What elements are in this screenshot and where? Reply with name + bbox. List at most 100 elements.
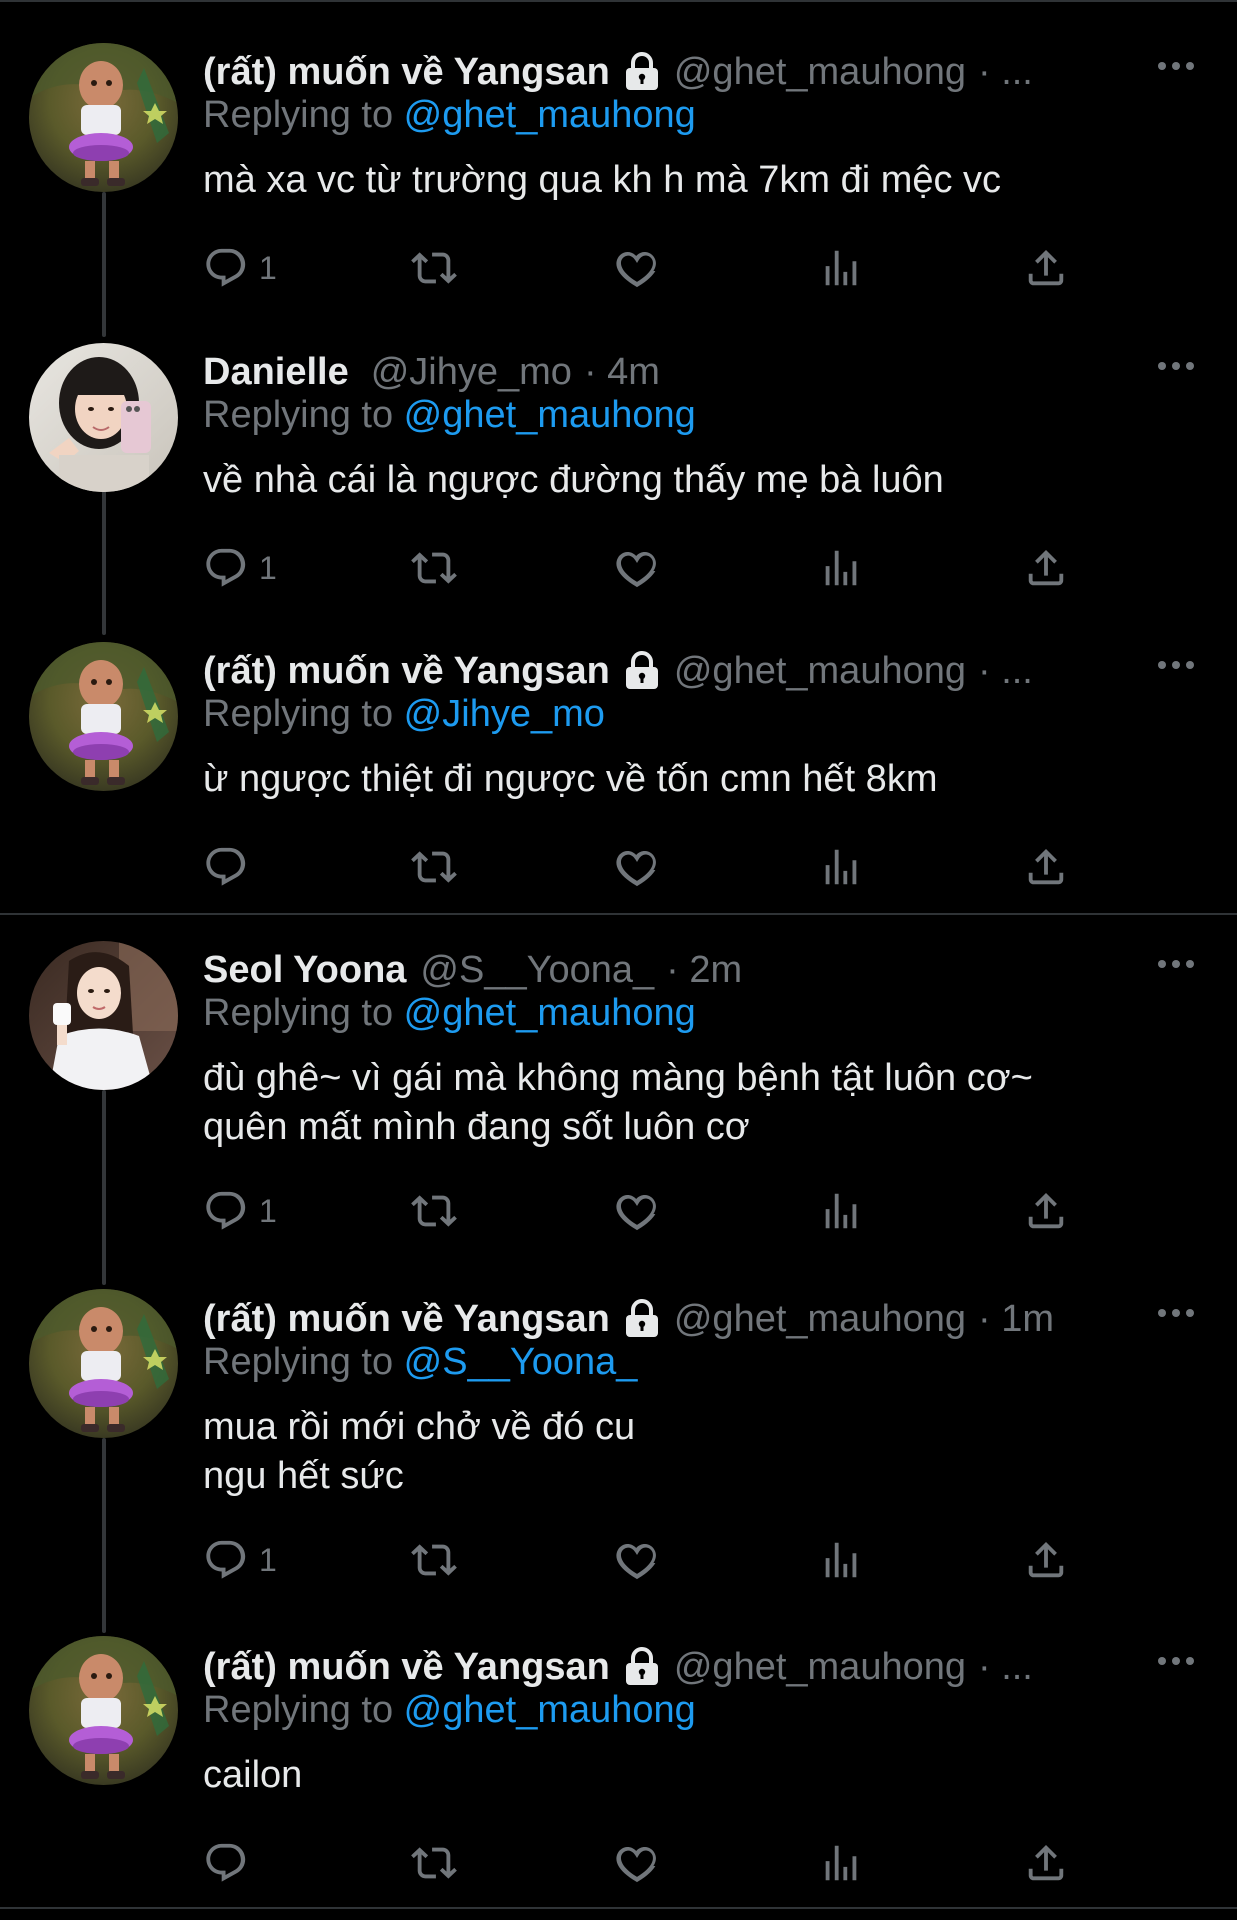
display-name[interactable]: (rất) muốn về Yangsan — [203, 650, 610, 693]
tweet-text: về nhà cái là ngược đường thấy mẹ bà luô… — [203, 459, 944, 501]
handle[interactable]: @S__Yoona_ — [420, 949, 654, 992]
avatar[interactable] — [29, 43, 178, 192]
like-button[interactable] — [613, 1186, 661, 1236]
retweet-icon — [411, 851, 457, 883]
avatar[interactable] — [29, 1636, 178, 1785]
retweet-icon — [411, 1544, 457, 1576]
reply-button[interactable]: 1 — [203, 543, 277, 593]
timestamp[interactable]: · ... — [978, 51, 1033, 94]
lock-icon — [625, 651, 658, 689]
lock-icon — [625, 1647, 658, 1685]
avatar[interactable] — [29, 343, 178, 492]
display-name[interactable]: (rất) muốn về Yangsan — [203, 51, 610, 94]
retweet-button[interactable] — [408, 1838, 460, 1888]
retweet-button[interactable] — [408, 543, 460, 593]
more-icon[interactable] — [1152, 1301, 1200, 1325]
avatar[interactable] — [29, 941, 178, 1090]
retweet-button[interactable] — [408, 243, 460, 293]
reply-button[interactable] — [203, 1838, 259, 1888]
like-button[interactable] — [613, 543, 661, 593]
action-bar — [203, 1838, 1103, 1888]
share-button[interactable] — [1023, 1186, 1069, 1236]
retweet-button[interactable] — [408, 842, 460, 892]
share-icon — [1028, 549, 1064, 586]
retweet-button[interactable] — [408, 1535, 460, 1585]
more-icon[interactable] — [1152, 54, 1200, 78]
share-button[interactable] — [1023, 1838, 1069, 1888]
replying-label: Replying to — [203, 693, 404, 735]
tweet[interactable]: Danielle @Jihye_mo · 4m Replying to @ghe… — [0, 338, 1237, 598]
handle[interactable]: @Jihye_mo — [371, 351, 572, 394]
tweet-header: (rất) muốn về Yangsan @ghet_mauhong · ..… — [203, 48, 1033, 96]
timestamp[interactable]: · ... — [978, 1646, 1033, 1689]
share-button[interactable] — [1023, 842, 1069, 892]
avatar[interactable] — [29, 1289, 178, 1438]
heart-icon — [616, 1195, 656, 1231]
display-name[interactable]: (rất) muốn về Yangsan — [203, 1646, 610, 1689]
replying-label: Replying to — [203, 394, 404, 436]
like-button[interactable] — [613, 842, 661, 892]
heart-icon — [616, 851, 656, 887]
more-icon[interactable] — [1152, 354, 1200, 378]
share-button[interactable] — [1023, 243, 1069, 293]
views-button[interactable] — [818, 1535, 864, 1585]
mention-link[interactable]: @ghet_mauhong — [404, 1689, 696, 1731]
like-button[interactable] — [613, 1838, 661, 1888]
handle[interactable]: @ghet_mauhong — [674, 1298, 966, 1341]
share-button[interactable] — [1023, 543, 1069, 593]
tweet[interactable]: (rất) muốn về Yangsan @ghet_mauhong · ..… — [0, 38, 1237, 298]
timestamp[interactable]: · ... — [978, 650, 1033, 693]
tweet-text: mà xa vc từ trường qua kh h mà 7km đi mệ… — [203, 159, 1002, 201]
tweet-text: đù ghê~ vì gái mà không màng bệnh tật lu… — [203, 1057, 1033, 1148]
more-icon[interactable] — [1152, 653, 1200, 677]
share-icon — [1028, 1541, 1064, 1578]
views-button[interactable] — [818, 1186, 864, 1236]
timestamp[interactable]: · 4m — [584, 351, 660, 394]
like-button[interactable] — [613, 243, 661, 293]
views-button[interactable] — [818, 842, 864, 892]
reply-button[interactable]: 1 — [203, 1186, 277, 1236]
mention-link[interactable]: @S__Yoona_ — [404, 1341, 638, 1383]
lock-icon — [625, 1299, 658, 1337]
like-button[interactable] — [613, 1535, 661, 1585]
mention-link[interactable]: @ghet_mauhong — [404, 394, 696, 436]
mention-link[interactable]: @Jihye_mo — [404, 693, 605, 735]
share-button[interactable] — [1023, 1535, 1069, 1585]
views-button[interactable] — [818, 243, 864, 293]
avatar[interactable] — [29, 642, 178, 791]
handle[interactable]: @ghet_mauhong — [674, 650, 966, 693]
heart-icon — [616, 252, 656, 288]
display-name[interactable]: Danielle — [203, 351, 349, 394]
timestamp[interactable]: · 1m — [978, 1298, 1054, 1341]
display-name[interactable]: Seol Yoona — [203, 949, 406, 992]
tweet[interactable]: (rất) muốn về Yangsan @ghet_mauhong · 1m… — [0, 1285, 1237, 1585]
timestamp[interactable]: · 2m — [666, 949, 742, 992]
display-name[interactable]: (rất) muốn về Yangsan — [203, 1298, 610, 1341]
views-button[interactable] — [818, 1838, 864, 1888]
mention-link[interactable]: @ghet_mauhong — [404, 94, 696, 136]
reply-button[interactable]: 1 — [203, 243, 277, 293]
retweet-button[interactable] — [408, 1186, 460, 1236]
tweet-header: (rất) muốn về Yangsan @ghet_mauhong · ..… — [203, 1643, 1033, 1691]
conversation-divider — [0, 913, 1237, 915]
views-icon — [825, 550, 857, 586]
tweet[interactable]: (rất) muốn về Yangsan @ghet_mauhong · ..… — [0, 1633, 1237, 1903]
handle[interactable]: @ghet_mauhong — [674, 51, 966, 94]
mention-link[interactable]: @ghet_mauhong — [404, 992, 696, 1034]
tweet[interactable]: (rất) muốn về Yangsan @ghet_mauhong · ..… — [0, 637, 1237, 897]
more-icon[interactable] — [1152, 1649, 1200, 1673]
replying-label: Replying to — [203, 94, 404, 136]
more-icon[interactable] — [1152, 952, 1200, 976]
reply-count: 1 — [259, 1192, 277, 1229]
action-bar: 1 — [203, 1535, 1103, 1585]
tweet-header: Seol Yoona @S__Yoona_ · 2m — [203, 946, 742, 994]
retweet-icon — [411, 1847, 457, 1879]
tweet[interactable]: Seol Yoona @S__Yoona_ · 2m Replying to @… — [0, 936, 1237, 1236]
reply-icon — [206, 1843, 246, 1882]
reply-button[interactable] — [203, 842, 259, 892]
views-button[interactable] — [818, 543, 864, 593]
reply-button[interactable]: 1 — [203, 1535, 277, 1585]
replying-to: Replying to @ghet_mauhong — [203, 394, 696, 437]
handle[interactable]: @ghet_mauhong — [674, 1646, 966, 1689]
reply-icon — [206, 548, 246, 587]
